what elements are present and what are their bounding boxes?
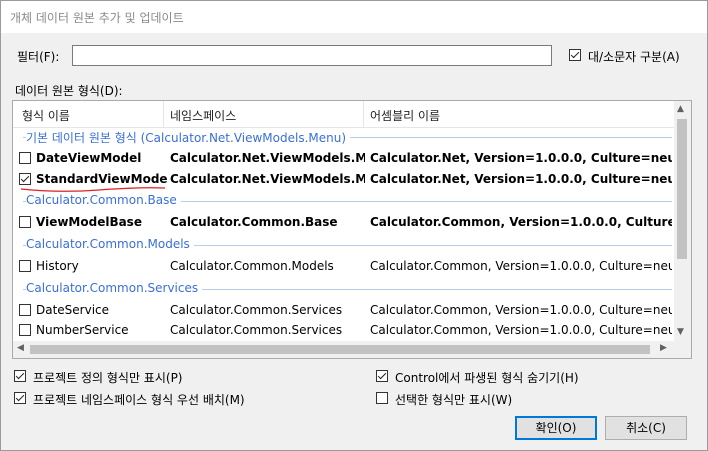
type-name: ViewModelBase [36, 215, 142, 229]
list-header: 형식 이름 네임스페이스 어셈블리 이름 [13, 101, 674, 128]
project-only-label: 프로젝트 정의 형식만 표시(P) [33, 371, 183, 385]
project-namespace-first-label: 프로젝트 네임스페이스 형식 우선 배치(M) [33, 393, 245, 407]
filter-input[interactable] [72, 45, 552, 66]
assembly: Calculator.Net, Version=1.0.0.0, Culture… [370, 151, 672, 165]
group-header: Calculator.Common.Models [13, 235, 674, 255]
type-name: DateService [36, 303, 110, 317]
window-title: 개체 데이터 원본 추가 및 업데이트 [10, 11, 184, 25]
table-row[interactable]: NumberService Calculator.Common.Services… [13, 320, 674, 340]
horizontal-scroll-thumb[interactable] [30, 345, 650, 354]
selected-only-label: 선택한 형식만 표시(W) [395, 393, 513, 407]
group-header: Calculator.Common.Base [13, 191, 674, 211]
group-name: 기본 데이터 원본 형식 (Calculator.Net.ViewModels.… [26, 129, 351, 146]
group-name: Calculator.Common.Services [26, 281, 203, 295]
column-header-type-name[interactable]: 형식 이름 [22, 107, 70, 124]
table-row[interactable]: DateService Calculator.Common.Services C… [13, 300, 674, 320]
group-name: Calculator.Common.Base [26, 193, 181, 207]
type-name: NumberService [36, 323, 129, 337]
dialog: 개체 데이터 원본 추가 및 업데이트 필터(F): 대/소문자 구분(A) 데… [0, 0, 708, 451]
row-checkbox[interactable] [19, 324, 31, 336]
namespace: Calculator.Common.Services [170, 303, 343, 317]
row-checkbox[interactable] [19, 152, 31, 164]
project-namespace-first-checkbox[interactable] [14, 392, 26, 404]
row-checkbox[interactable] [19, 216, 31, 228]
data-source-type-list[interactable]: 형식 이름 네임스페이스 어셈블리 이름 기본 데이터 원본 형식 (Calcu… [12, 100, 692, 359]
scroll-left-icon[interactable]: ◀ [17, 343, 24, 353]
selected-only-checkbox[interactable] [376, 392, 388, 404]
ok-button[interactable]: 확인(O) [515, 416, 597, 440]
project-only-checkbox[interactable] [14, 370, 26, 382]
assembly: Calculator.Net, Version=1.0.0.0, Culture… [370, 172, 672, 186]
column-divider[interactable] [363, 101, 364, 127]
group-header: 기본 데이터 원본 형식 (Calculator.Net.ViewModels.… [13, 127, 674, 147]
title-bar: 개체 데이터 원본 추가 및 업데이트 [1, 1, 707, 33]
scroll-right-icon[interactable]: ▶ [660, 343, 667, 353]
assembly: Calculator.Common, Version=1.0.0.0, Cult… [370, 259, 672, 273]
hide-control-checkbox[interactable] [376, 370, 388, 382]
filter-label: 필터(F): [17, 50, 60, 64]
column-header-assembly[interactable]: 어셈블리 이름 [370, 107, 440, 124]
table-row[interactable]: History Calculator.Common.Models Calcula… [13, 256, 674, 276]
vertical-scrollbar[interactable]: ▲ ▼ [674, 101, 691, 341]
list-label: 데이터 원본 형식(D): [15, 84, 123, 98]
row-checkbox[interactable] [19, 173, 31, 185]
table-row[interactable]: ViewModelBase Calculator.Common.Base Cal… [13, 212, 674, 232]
horizontal-scrollbar[interactable]: ◀ ▶ [13, 341, 674, 358]
row-checkbox[interactable] [19, 304, 31, 316]
namespace: Calculator.Common.Base [170, 215, 338, 229]
column-header-namespace[interactable]: 네임스페이스 [170, 107, 236, 124]
cancel-button[interactable]: 취소(C) [605, 416, 687, 440]
table-row[interactable]: DateViewModel Calculator.Net.ViewModels.… [13, 148, 674, 168]
assembly: Calculator.Common, Version=1.0.0.0, Cult… [370, 215, 672, 229]
type-name: History [36, 259, 79, 273]
scroll-down-icon[interactable]: ▼ [677, 327, 684, 337]
namespace: Calculator.Common.Services [170, 323, 343, 337]
vertical-scroll-thumb[interactable] [677, 119, 687, 259]
case-sensitive-label: 대/소문자 구분(A) [588, 50, 680, 64]
column-divider[interactable] [163, 101, 164, 127]
assembly: Calculator.Common, Version=1.0.0.0, Cult… [370, 323, 672, 337]
type-name: StandardViewModel [36, 172, 168, 186]
group-header: Calculator.Common.Services [13, 279, 674, 299]
hide-control-label: Control에서 파생된 형식 숨기기(H) [395, 371, 579, 385]
namespace: Calculator.Net.ViewModels.Me... [170, 151, 365, 165]
namespace: Calculator.Net.ViewModels.Me... [170, 172, 365, 186]
table-row[interactable]: StandardViewModel Calculator.Net.ViewMod… [13, 169, 674, 192]
namespace: Calculator.Common.Models [170, 259, 334, 273]
case-sensitive-checkbox[interactable] [569, 49, 581, 61]
scroll-up-icon[interactable]: ▲ [677, 104, 684, 114]
scrollbar-corner [674, 341, 691, 358]
assembly: Calculator.Common, Version=1.0.0.0, Cult… [370, 303, 672, 317]
row-checkbox[interactable] [19, 260, 31, 272]
type-name: DateViewModel [36, 151, 142, 165]
group-name: Calculator.Common.Models [26, 237, 194, 251]
